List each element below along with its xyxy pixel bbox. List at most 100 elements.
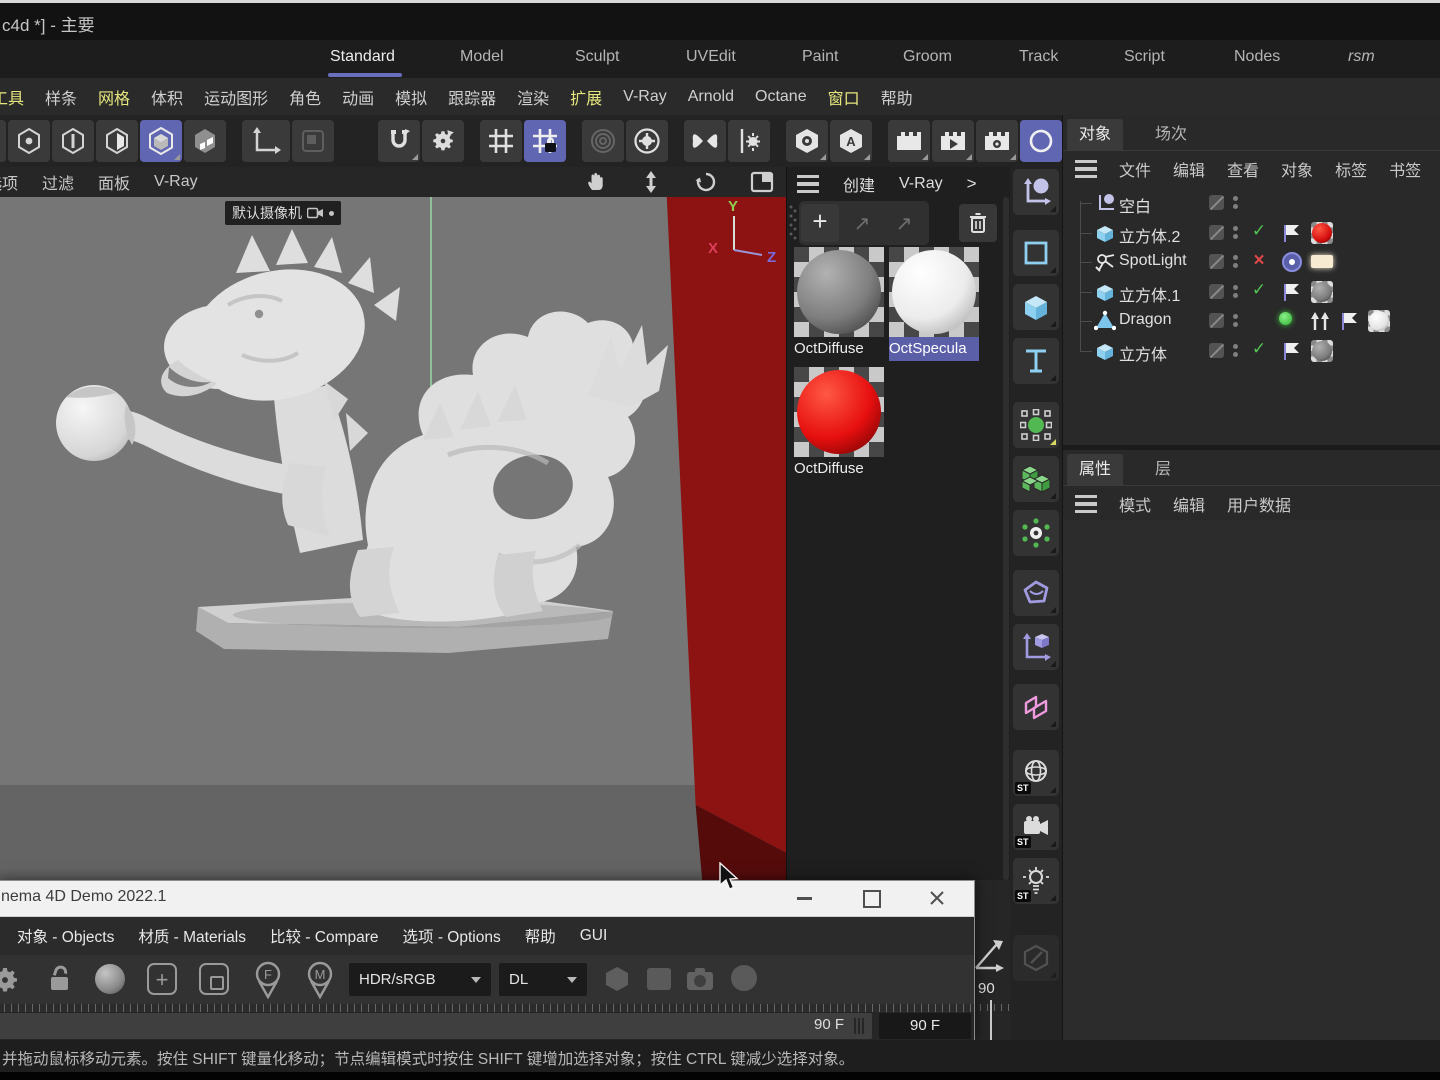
normals-align-tag[interactable]	[1309, 310, 1331, 332]
menu-simulate[interactable]: 模拟	[395, 85, 427, 109]
attr-menu-edit[interactable]: 编辑	[1173, 492, 1205, 516]
target-rings-button[interactable]	[582, 120, 624, 162]
material-name-selected[interactable]: OctSpecula	[889, 337, 979, 361]
tab-rsm[interactable]: rsm	[1348, 48, 1375, 66]
current-frame-input[interactable]: 90 F	[879, 1013, 971, 1039]
viewport-menu-vray[interactable]: V-Ray	[154, 173, 198, 191]
mesh-export-icon[interactable]	[603, 965, 631, 993]
materials-menu-create[interactable]: 创建	[843, 172, 875, 196]
om-menu-file[interactable]: 文件	[1119, 157, 1151, 181]
polygon-selection-tag[interactable]	[1339, 310, 1361, 332]
toggle-views-icon[interactable]	[750, 171, 774, 193]
object-manager-menu-icon[interactable]	[1075, 160, 1097, 178]
demo-window-title-bar[interactable]: nema 4D Demo 2022.1	[0, 881, 974, 917]
viewport-solo-button[interactable]	[786, 120, 828, 162]
polygon-selection-tag[interactable]	[1281, 281, 1303, 303]
edge-mode-button[interactable]	[52, 120, 94, 162]
pick-material-button[interactable]: ↗︎	[885, 204, 923, 242]
material-name[interactable]: OctDiffuse	[794, 337, 884, 361]
stop-render-icon[interactable]	[647, 968, 671, 990]
menu-render[interactable]: 渲染	[517, 85, 549, 109]
keyframe-move-icon[interactable]	[971, 935, 1005, 975]
viewport-menu-panel[interactable]: 面板	[98, 170, 130, 194]
object-row-cube[interactable]: 立方体 ✓	[1063, 336, 1440, 366]
menu-arnold[interactable]: Arnold	[688, 88, 734, 106]
field-sphere-button[interactable]	[1013, 402, 1059, 448]
plane-object-button[interactable]	[1013, 230, 1059, 276]
volume-mesher-button[interactable]	[1013, 510, 1059, 556]
camera-label[interactable]: 默认摄像机	[225, 201, 341, 225]
viewport-menu-options[interactable]: 选项	[0, 170, 18, 194]
visibility-dots[interactable]	[1233, 252, 1238, 271]
polygon-mode-button[interactable]	[96, 120, 138, 162]
material-tag-red[interactable]	[1311, 222, 1333, 244]
object-row-cube2[interactable]: 立方体.2 ✓	[1063, 218, 1440, 248]
attr-menu-mode[interactable]: 模式	[1119, 492, 1151, 516]
octane-live-viewer-button[interactable]	[1020, 120, 1062, 162]
clear-region-icon[interactable]	[199, 963, 229, 995]
visibility-dots[interactable]	[1233, 193, 1238, 212]
kernel-dropdown[interactable]: DL	[499, 963, 587, 996]
save-image-camera-icon[interactable]	[685, 965, 715, 993]
tab-sculpt[interactable]: Sculpt	[575, 48, 619, 66]
tab-paint[interactable]: Paint	[802, 48, 838, 66]
colorspace-dropdown[interactable]: HDR/sRGB	[349, 963, 491, 996]
materials-menu-more[interactable]: >	[967, 174, 977, 194]
tab-layers[interactable]: 层	[1143, 454, 1183, 485]
text-object-button[interactable]	[1013, 338, 1059, 384]
focus-pick-icon[interactable]: F	[253, 961, 283, 999]
visibility-dots[interactable]	[1233, 311, 1238, 330]
lv-menu-options[interactable]: 选项 - Options	[403, 925, 501, 947]
workplane-button[interactable]	[292, 120, 334, 162]
panel-splitter[interactable]	[1063, 445, 1440, 450]
material-thumbnail-octspecular[interactable]	[889, 247, 979, 337]
apply-material-button[interactable]: ↗	[843, 204, 881, 242]
object-row-null[interactable]: 空白	[1063, 188, 1440, 218]
tab-standard[interactable]: Standard	[330, 48, 395, 66]
om-menu-object[interactable]: 对象	[1281, 157, 1313, 181]
enabled-check-icon[interactable]: ✓	[1249, 280, 1269, 300]
snap-button[interactable]	[378, 120, 420, 162]
materials-toolbar-grip[interactable]	[789, 203, 797, 247]
null-object-button[interactable]	[1013, 169, 1059, 215]
om-menu-edit[interactable]: 编辑	[1173, 157, 1205, 181]
render-view-button[interactable]	[888, 120, 930, 162]
delete-material-button[interactable]	[959, 204, 997, 242]
axis-button[interactable]	[242, 120, 290, 162]
visibility-toggle[interactable]	[1209, 254, 1224, 269]
material-tag-gray[interactable]	[1311, 281, 1333, 303]
snap-settings-button[interactable]	[422, 120, 464, 162]
axis-cube-button[interactable]	[1013, 624, 1059, 670]
tab-model[interactable]: Model	[460, 48, 504, 66]
tab-attributes[interactable]: 属性	[1067, 454, 1124, 485]
visibility-toggle[interactable]	[1209, 195, 1224, 210]
cube-object-button[interactable]	[1013, 284, 1059, 330]
texture-mode-button[interactable]	[184, 120, 226, 162]
range-grip[interactable]	[854, 1018, 864, 1034]
camera-object-button[interactable]: ST	[1013, 804, 1059, 850]
frame-ruler[interactable]	[0, 1004, 974, 1012]
render-picture-viewer-button[interactable]	[932, 120, 974, 162]
menu-vray[interactable]: V-Ray	[623, 88, 667, 106]
menu-mograph[interactable]: 运动图形	[204, 85, 268, 109]
visibility-dots[interactable]	[1233, 341, 1238, 360]
lv-menu-materials[interactable]: 材质 - Materials	[138, 925, 246, 947]
render-settings-button[interactable]	[976, 120, 1018, 162]
menu-animate[interactable]: 动画	[342, 85, 374, 109]
viewport-menu-filter[interactable]: 过滤	[42, 170, 74, 194]
menu-help[interactable]: 帮助	[881, 85, 913, 109]
lv-menu-gui[interactable]: GUI	[580, 927, 608, 945]
menu-octane[interactable]: Octane	[755, 88, 807, 106]
volume-builder-button[interactable]	[1013, 456, 1059, 502]
tab-uvedit[interactable]: UVEdit	[686, 48, 736, 66]
grid-lock-button[interactable]	[524, 120, 566, 162]
menu-tools[interactable]: 工具	[0, 85, 24, 109]
material-name[interactable]: OctDiffuse	[794, 457, 884, 481]
attribute-menu-icon[interactable]	[1075, 495, 1097, 513]
light-color-swatch[interactable]	[1311, 251, 1333, 273]
lv-menu-compare[interactable]: 比较 - Compare	[270, 925, 379, 947]
menu-window[interactable]: 窗口	[828, 85, 860, 109]
lv-menu-objects[interactable]: 对象 - Objects	[17, 925, 114, 947]
sky-object-button[interactable]: ST	[1013, 750, 1059, 796]
attr-menu-userdata[interactable]: 用户数据	[1227, 492, 1291, 516]
